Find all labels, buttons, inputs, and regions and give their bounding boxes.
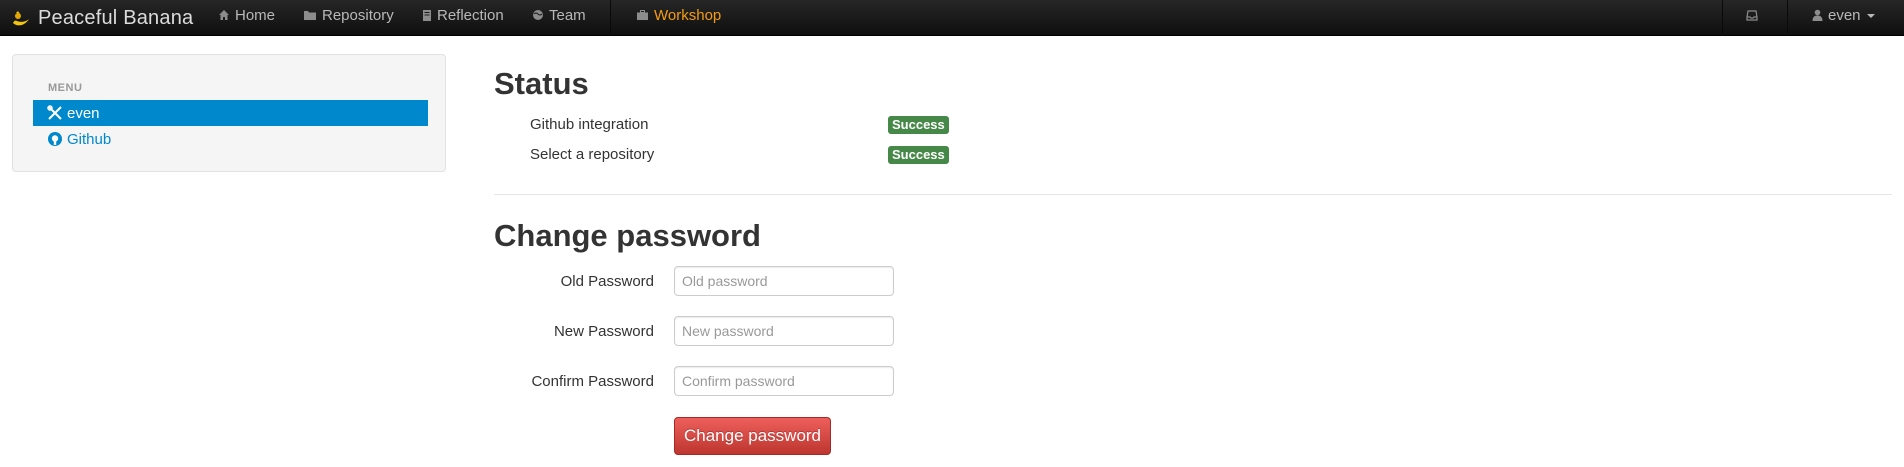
nav-item-workshop[interactable]: Workshop — [636, 0, 721, 30]
tools-icon — [47, 105, 62, 120]
nav-item-team[interactable]: Team — [532, 0, 586, 30]
confirm-password-label: Confirm Password — [531, 373, 654, 390]
sidebar-menu-header: MENU — [48, 82, 83, 94]
status-heading: Status — [494, 66, 589, 101]
user-name: even — [1828, 6, 1861, 24]
github-icon — [48, 132, 62, 146]
nav-item-reflection[interactable]: Reflection — [422, 0, 504, 30]
change-password-button[interactable]: Change password — [674, 417, 831, 455]
status-badge: Success — [888, 146, 949, 164]
globe-icon — [533, 10, 543, 20]
folder-icon — [304, 11, 316, 20]
old-password-label: Old Password — [560, 273, 654, 290]
banana-logo-icon — [13, 11, 29, 26]
nav-item-home[interactable]: Home — [218, 0, 275, 30]
nav-divider — [610, 0, 611, 36]
briefcase-icon — [637, 10, 648, 20]
sidebar-item-label: even — [67, 104, 100, 122]
status-badge: Success — [888, 116, 949, 134]
nav-repository-label: Repository — [322, 6, 394, 24]
new-password-label: New Password — [553, 323, 654, 340]
status-row-label: Select a repository — [530, 146, 655, 163]
sidebar: MENU even Github — [12, 54, 446, 172]
book-icon — [423, 9, 431, 21]
user-icon — [1812, 9, 1823, 21]
home-icon — [219, 10, 229, 20]
old-password-field[interactable] — [674, 266, 894, 296]
confirm-password-field[interactable] — [674, 366, 894, 396]
inbox-button[interactable] — [1746, 0, 1763, 30]
inbox-icon — [1746, 9, 1758, 21]
sidebar-item-label: Github — [67, 130, 112, 148]
section-divider — [494, 194, 1892, 195]
sidebar-item-even[interactable]: even — [33, 100, 428, 126]
nav-divider — [1787, 0, 1788, 36]
top-navbar: Peaceful Banana Home Repository Reflecti… — [0, 0, 1904, 36]
brand-name: Peaceful Banana — [38, 6, 194, 29]
nav-divider — [1722, 0, 1723, 36]
new-password-field[interactable] — [674, 316, 894, 346]
nav-item-repository[interactable]: Repository — [303, 0, 394, 30]
sidebar-item-github[interactable]: Github — [33, 126, 428, 152]
change-password-heading: Change password — [494, 218, 761, 253]
nav-reflection-label: Reflection — [437, 6, 504, 24]
status-row-label: Github integration — [530, 116, 649, 133]
chevron-down-icon — [1866, 14, 1875, 18]
brand-link[interactable]: Peaceful Banana — [10, 3, 193, 33]
nav-workshop-label: Workshop — [654, 6, 722, 24]
nav-home-label: Home — [235, 6, 276, 24]
nav-team-label: Team — [549, 6, 586, 24]
user-menu[interactable]: even — [1812, 0, 1875, 30]
